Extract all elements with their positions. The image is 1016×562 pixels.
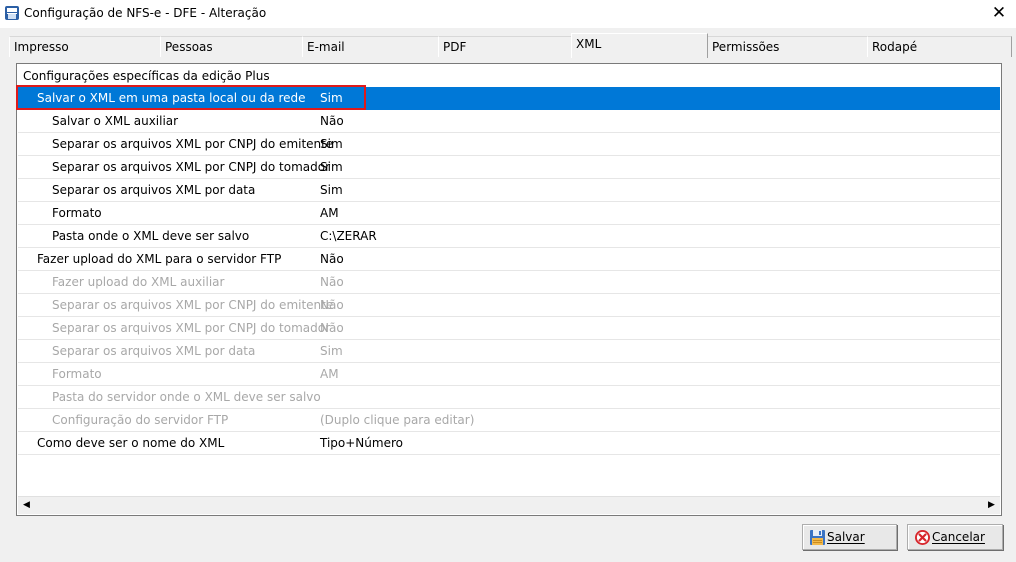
app-icon <box>4 5 20 21</box>
row-ftp-separar-data: Separar os arquivos XML por data Sim <box>18 340 1000 363</box>
row-value[interactable]: Não <box>320 252 344 266</box>
tab-bar: Impresso Pessoas E-mail PDF XML Permissõ… <box>5 33 1012 58</box>
row-value[interactable]: C:\ZERAR <box>320 229 377 243</box>
tab-permissoes[interactable]: Permissões <box>707 36 868 57</box>
tab-xml[interactable]: XML <box>571 33 708 58</box>
arrow-left-icon[interactable]: ◀ <box>19 498 34 513</box>
row-value[interactable]: Sim <box>320 183 343 197</box>
tab-email[interactable]: E-mail <box>302 36 439 57</box>
save-button-label: Salvar <box>827 530 865 544</box>
tab-label: XML <box>576 37 602 51</box>
tab-pessoas[interactable]: Pessoas <box>160 36 303 57</box>
row-label: Configuração do servidor FTP <box>52 413 229 427</box>
row-label: Separar os arquivos XML por CNPJ do toma… <box>52 321 331 335</box>
row-label: Como deve ser o nome do XML <box>37 436 225 450</box>
row-value[interactable]: Não <box>320 114 344 128</box>
row-label: Fazer upload do XML para o servidor FTP <box>37 252 282 266</box>
row-value: AM <box>320 367 339 381</box>
row-separar-cnpj-emitente[interactable]: Separar os arquivos XML por CNPJ do emit… <box>18 133 1000 156</box>
row-label: Salvar o XML auxiliar <box>52 114 179 128</box>
section-title: Configurações específicas da edição Plus <box>23 69 270 83</box>
tab-label: Impresso <box>14 40 69 54</box>
cancel-button[interactable]: Cancelar <box>907 524 1003 550</box>
row-value: Não <box>320 321 344 335</box>
row-upload-xml-auxiliar: Fazer upload do XML auxiliar Não <box>18 271 1000 294</box>
row-value[interactable]: Sim <box>320 160 343 174</box>
row-pasta-servidor: Pasta do servidor onde o XML deve ser sa… <box>18 386 1000 409</box>
tab-pdf[interactable]: PDF <box>438 36 573 57</box>
cancel-icon <box>914 529 931 546</box>
row-config-ftp: Configuração do servidor FTP (Duplo cliq… <box>18 409 1000 432</box>
row-value: Não <box>320 298 344 312</box>
window-title: Configuração de NFS-e - DFE - Alteração <box>24 6 267 20</box>
row-value[interactable]: AM <box>320 206 339 220</box>
floppy-disk-icon <box>809 529 826 546</box>
row-ftp-separar-cnpj-emitente: Separar os arquivos XML por CNPJ do emit… <box>18 294 1000 317</box>
row-label: Fazer upload do XML auxiliar <box>52 275 225 289</box>
row-value[interactable]: Sim <box>320 137 343 151</box>
tab-label: Rodapé <box>872 40 918 54</box>
row-label: Separar os arquivos XML por CNPJ do toma… <box>52 160 331 174</box>
row-ftp-separar-cnpj-tomador: Separar os arquivos XML por CNPJ do toma… <box>18 317 1000 340</box>
row-upload-ftp[interactable]: Fazer upload do XML para o servidor FTP … <box>18 248 1000 271</box>
row-salvar-xml-pasta[interactable]: Salvar o XML em uma pasta local ou da re… <box>16 85 1000 110</box>
tab-label: Permissões <box>712 40 780 54</box>
title-bar: Configuração de NFS-e - DFE - Alteração … <box>0 0 1016 28</box>
tab-rodape[interactable]: Rodapé <box>867 36 1012 57</box>
row-label: Separar os arquivos XML por CNPJ do emit… <box>52 137 334 151</box>
row-label: Pasta do servidor onde o XML deve ser sa… <box>52 390 321 404</box>
cancel-button-label: Cancelar <box>932 530 985 544</box>
row-value: (Duplo clique para editar) <box>320 413 475 427</box>
tab-label: E-mail <box>307 40 345 54</box>
horizontal-scrollbar[interactable]: ◀ ▶ <box>18 496 1000 514</box>
row-label: Pasta onde o XML deve ser salvo <box>52 229 250 243</box>
row-pasta-xml[interactable]: Pasta onde o XML deve ser salvo C:\ZERAR <box>18 225 1000 248</box>
row-label: Separar os arquivos XML por data <box>52 344 256 358</box>
row-label: Separar os arquivos XML por data <box>52 183 256 197</box>
row-ftp-formato: Formato AM <box>18 363 1000 386</box>
tab-label: PDF <box>443 40 467 54</box>
row-value: Não <box>320 275 344 289</box>
row-separar-data[interactable]: Separar os arquivos XML por data Sim <box>18 179 1000 202</box>
row-value[interactable]: Tipo+Número <box>320 436 403 450</box>
row-label: Formato <box>52 367 102 381</box>
row-label: Separar os arquivos XML por CNPJ do emit… <box>52 298 334 312</box>
tab-label: Pessoas <box>165 40 213 54</box>
arrow-right-icon[interactable]: ▶ <box>984 498 999 513</box>
xml-settings-panel: Configurações específicas da edição Plus… <box>16 63 1002 516</box>
row-value[interactable]: Sim <box>320 91 343 105</box>
close-icon[interactable]: ✕ <box>988 2 1010 24</box>
row-value: Sim <box>320 344 343 358</box>
row-separar-cnpj-tomador[interactable]: Separar os arquivos XML por CNPJ do toma… <box>18 156 1000 179</box>
save-button[interactable]: Salvar <box>802 524 897 550</box>
row-label: Formato <box>52 206 102 220</box>
row-label: Salvar o XML em uma pasta local ou da re… <box>37 91 306 105</box>
tab-impresso[interactable]: Impresso <box>9 36 161 57</box>
row-formato[interactable]: Formato AM <box>18 202 1000 225</box>
row-nome-xml[interactable]: Como deve ser o nome do XML Tipo+Número <box>18 432 1000 455</box>
row-salvar-xml-auxiliar[interactable]: Salvar o XML auxiliar Não <box>18 110 1000 133</box>
